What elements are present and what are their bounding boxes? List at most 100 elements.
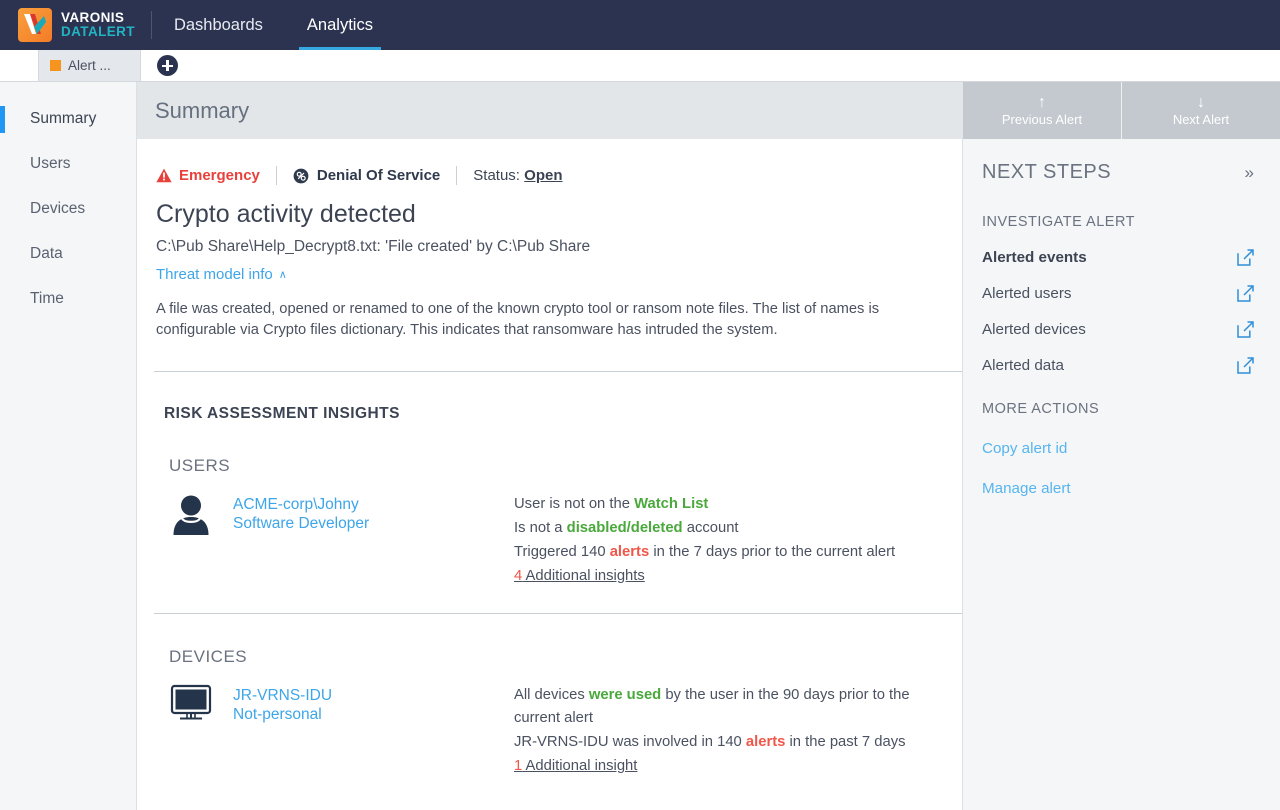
external-link-icon[interactable] [1237, 321, 1254, 338]
section-divider-users-devices [154, 612, 962, 614]
threat-model-description: A file was created, opened or renamed to… [156, 301, 880, 339]
user-icon [169, 493, 213, 589]
chevron-up-icon: ∧ [278, 269, 287, 281]
alert-meta-row: Emergency Denial Of Service Status: Open [156, 166, 962, 185]
manage-alert-action[interactable]: Manage alert [982, 480, 1280, 497]
plus-icon [156, 55, 178, 76]
fact-item: JR-VRNS-IDU was involved in 140 alerts i… [514, 731, 914, 755]
severity-label: Emergency [179, 167, 260, 184]
sidebar-item-time[interactable]: Time [0, 276, 136, 321]
next-step-alerted-events[interactable]: Alerted events [982, 249, 1254, 266]
fact-highlight: alerts [745, 734, 786, 751]
fact-text: Is not a [514, 519, 567, 536]
previous-alert-button[interactable]: ↑ Previous Alert [963, 82, 1121, 139]
device-name-link[interactable]: JR-VRNS-IDU [233, 686, 332, 706]
status-value[interactable]: Open [524, 167, 562, 184]
additional-insights-count: 1 [514, 758, 523, 775]
sidebar-item-devices[interactable]: Devices [0, 186, 136, 231]
fact-text: Triggered 140 [514, 543, 610, 560]
fact-text: in the past 7 days [785, 734, 906, 751]
tab-status-dot-icon [50, 60, 61, 71]
external-link-icon[interactable] [1237, 249, 1254, 266]
varonis-logo-icon [18, 8, 52, 42]
device-additional-insights-link[interactable]: 1 Additional insight [514, 755, 914, 779]
fact-text: All devices [514, 686, 589, 703]
nav-item-analytics-label: Analytics [306, 15, 373, 34]
sidebar-item-time-label: Time [30, 289, 64, 307]
alert-navigation: ↑ Previous Alert ↓ Next Alert [963, 82, 1280, 139]
sidebar-item-devices-label: Devices [30, 199, 86, 217]
sidebar-item-summary[interactable]: Summary [0, 96, 136, 141]
brand-name-line1: VARONIS [61, 9, 125, 25]
fact-highlight: Watch List [634, 495, 709, 512]
category-badge: Denial Of Service [293, 167, 440, 184]
meta-divider-2 [456, 166, 458, 185]
fact-highlight: disabled/deleted [566, 519, 683, 536]
fact-text: JR-VRNS-IDU was involved in 140 [514, 734, 746, 751]
top-navbar: VARONIS DATALERT Dashboards Analytics [0, 0, 1280, 50]
brand-name-line2: DATALERT [61, 24, 135, 39]
section-divider-top [154, 370, 962, 372]
user-insight-facts: User is not on the Watch List Is not a d… [514, 493, 914, 589]
next-steps-header: NEXT STEPS » [963, 139, 1280, 184]
fact-item: Is not a disabled/deleted account [514, 517, 914, 541]
next-steps-title: NEXT STEPS [982, 161, 1112, 183]
tab-alert[interactable]: Alert ... [38, 50, 141, 81]
monitor-icon [169, 684, 213, 780]
entity-device: JR-VRNS-IDU Not-personal [137, 684, 514, 780]
tab-strip: Alert ... [0, 50, 1280, 82]
additional-insights-label: Additional insights [522, 567, 645, 584]
fact-text: in the 7 days prior to the current alert [649, 543, 896, 560]
brand-logo[interactable]: VARONIS DATALERT [0, 0, 151, 50]
arrow-up-icon: ↑ [1038, 93, 1046, 111]
device-type-link[interactable]: Not-personal [233, 705, 332, 725]
severity-badge: Emergency [156, 167, 260, 184]
user-role-link[interactable]: Software Developer [233, 514, 369, 534]
page-title: Summary [155, 97, 250, 123]
fact-text: account [682, 519, 739, 536]
alert-subtitle: C:\Pub Share\Help_Decrypt8.txt: 'File cr… [156, 238, 591, 255]
collapse-panel-chevron-icon[interactable]: » [1245, 164, 1254, 181]
more-actions-heading: MORE ACTIONS [982, 401, 1100, 417]
copy-alert-id-action[interactable]: Copy alert id [982, 440, 1280, 457]
next-step-alerted-data[interactable]: Alerted data [982, 357, 1254, 374]
insight-section-users: USERS ACME-corp\Johny Software Developer [137, 456, 962, 589]
fact-highlight: were used [588, 686, 662, 703]
additional-insights-count: 4 [514, 567, 523, 584]
category-label: Denial Of Service [316, 167, 441, 184]
external-link-icon[interactable] [1237, 285, 1254, 302]
next-step-label: Alerted devices [982, 321, 1086, 338]
sidebar-item-summary-label: Summary [30, 109, 97, 127]
main-nav: Dashboards Analytics [152, 0, 395, 50]
next-step-label: Alerted users [982, 285, 1072, 302]
next-step-label: Alerted data [982, 357, 1064, 374]
sidebar-item-data[interactable]: Data [0, 231, 136, 276]
sidebar-item-data-label: Data [30, 244, 63, 262]
nav-item-analytics[interactable]: Analytics [285, 0, 395, 50]
next-alert-button[interactable]: ↓ Next Alert [1121, 82, 1280, 139]
add-tab-button[interactable] [141, 50, 193, 81]
fact-item: User is not on the Watch List [514, 493, 914, 517]
user-additional-insights-link[interactable]: 4 Additional insights [514, 565, 914, 589]
left-sidebar: Summary Users Devices Data Time [0, 82, 137, 810]
next-step-alerted-devices[interactable]: Alerted devices [982, 321, 1254, 338]
next-step-label: Alerted events [982, 249, 1087, 266]
sidebar-item-users[interactable]: Users [0, 141, 136, 186]
threat-model-info-label: Threat model info [156, 266, 273, 283]
previous-alert-label: Previous Alert [1001, 111, 1083, 127]
entity-user: ACME-corp\Johny Software Developer [137, 493, 514, 589]
page-header: Summary [137, 82, 963, 139]
external-link-icon[interactable] [1237, 357, 1254, 374]
warning-triangle-icon [156, 168, 172, 183]
user-name-link[interactable]: ACME-corp\Johny [233, 495, 369, 515]
nav-item-dashboards[interactable]: Dashboards [152, 0, 285, 50]
fact-item: Triggered 140 alerts in the 7 days prior… [514, 541, 914, 565]
next-step-alerted-users[interactable]: Alerted users [982, 285, 1254, 302]
nav-item-dashboards-label: Dashboards [173, 15, 263, 34]
next-alert-label: Next Alert [1172, 111, 1230, 127]
alert-title: Crypto activity detected [156, 200, 416, 228]
fact-text: User is not on the [514, 495, 635, 512]
status-label: Status: [473, 167, 520, 184]
threat-model-info-toggle[interactable]: Threat model info ∧ [156, 266, 287, 283]
risk-assessment-heading: RISK ASSESSMENT INSIGHTS [164, 404, 400, 422]
